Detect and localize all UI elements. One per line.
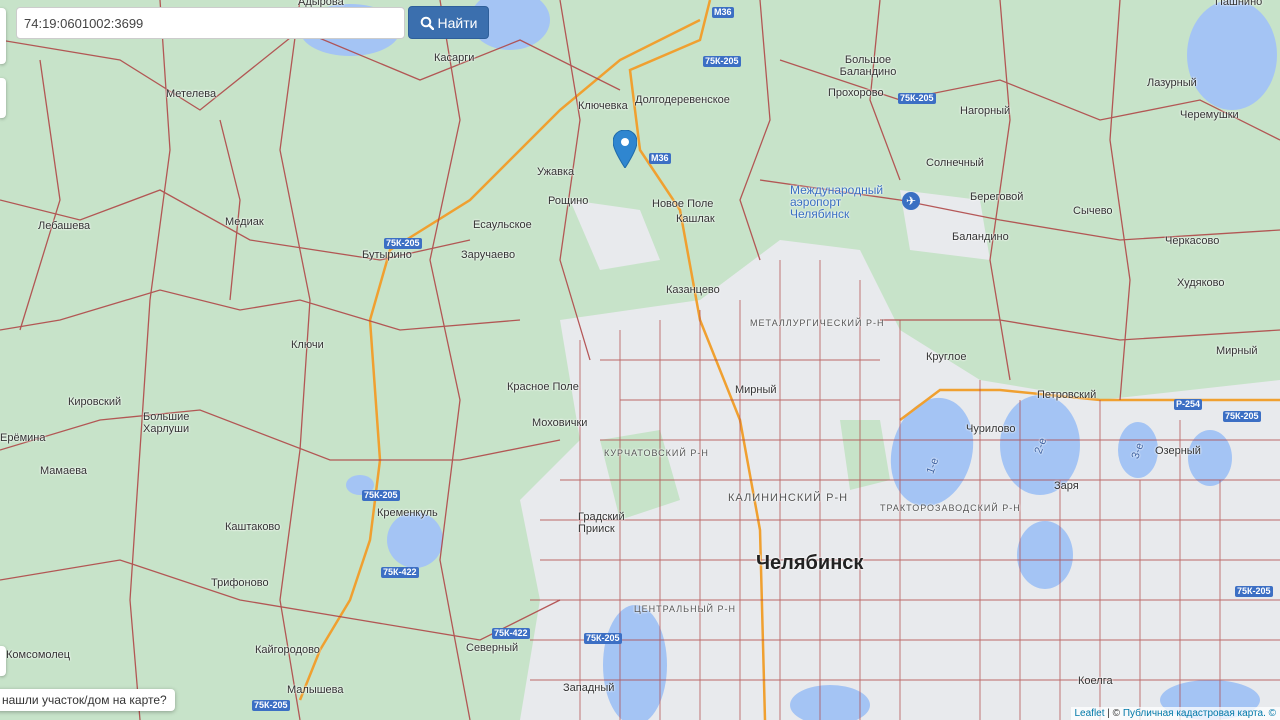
city-label: Челябинск (756, 552, 864, 574)
place-label: Сычево (1073, 205, 1113, 217)
place-label: Большие Харлуши (143, 411, 190, 435)
place-label: Малышева (287, 684, 344, 696)
place-label: Лебашева (38, 220, 91, 232)
place-label: Медиак (225, 216, 264, 228)
road-shield: 75К-205 (898, 93, 936, 104)
road-shield: 75К-205 (703, 56, 741, 67)
place-label: Западный (563, 682, 615, 694)
search-button[interactable]: Найти (408, 6, 489, 39)
road-shield: 75К-205 (384, 238, 422, 249)
place-label: Ерёмина (0, 432, 46, 444)
place-label: Есаульское (473, 219, 532, 231)
place-label: Кайгородово (255, 644, 320, 656)
attribution-separator: | © (1104, 708, 1123, 719)
place-label: Кашлак (676, 213, 715, 225)
airport-icon: ✈ (902, 192, 920, 210)
place-label: Большое Баландино (839, 54, 897, 78)
place-label: Каштаково (225, 521, 281, 533)
place-label: Лазурный (1147, 77, 1197, 89)
place-label: Баландино (952, 231, 1009, 243)
road-shield: 75К-205 (252, 700, 290, 711)
district-label: Металлургический р-н (750, 318, 885, 328)
place-label: Мирный (1216, 345, 1258, 357)
cadastre-link[interactable]: Публичная кадастровая карта. © (1123, 708, 1276, 719)
place-label: Ключевка (578, 100, 628, 112)
place-label: Градский Прииск (578, 511, 625, 535)
place-label: Рощино (548, 195, 589, 207)
found-plot-hint[interactable]: нашли участок/дом на карте? (0, 689, 175, 711)
district-label: Калининский р-н (728, 492, 849, 504)
map-side-control[interactable] (0, 646, 6, 676)
place-label: Черемушки (1180, 109, 1239, 121)
place-label: Заручаево (461, 249, 516, 261)
place-label: Касарги (434, 52, 475, 64)
place-label: Красное Поле (507, 381, 579, 393)
place-label: Озерный (1155, 445, 1201, 457)
place-label: Пашнино (1215, 0, 1263, 8)
map-canvas[interactable]: Адырова Касарги Метелева Ключевка Долгод… (0, 0, 1280, 720)
road-shield: Р-254 (1174, 399, 1203, 410)
place-label: Прохорово (828, 87, 884, 99)
place-label: Северный (466, 642, 519, 654)
road-shield: 75К-205 (1235, 586, 1273, 597)
place-label: Мирный (735, 384, 777, 396)
attribution: Leaflet | © Публичная кадастровая карта.… (1070, 707, 1280, 720)
place-label: Моховички (532, 417, 588, 429)
place-label: Комсомолец (6, 649, 71, 661)
place-label: Солнечный (926, 157, 984, 169)
road-shield: 75К-205 (1223, 411, 1261, 422)
place-label: Черкасово (1165, 235, 1220, 247)
road-shield: М36 (712, 7, 734, 18)
place-label: Заря (1054, 480, 1079, 492)
zoom-control[interactable] (0, 78, 6, 118)
place-label: Метелева (166, 88, 217, 100)
search-icon (420, 16, 434, 30)
place-label: Ужавка (537, 166, 575, 178)
place-label: Мамаева (40, 465, 88, 477)
place-label: Кировский (68, 396, 122, 408)
road-shield: 75К-422 (381, 567, 419, 578)
place-label: Долгодеревенское (635, 94, 730, 106)
road-shield: М36 (649, 153, 671, 164)
district-label: Центральный р-н (634, 604, 737, 614)
place-label: Казанцево (666, 284, 720, 296)
district-label: Курчатовский р-н (604, 448, 709, 458)
road-shield: 75К-205 (362, 490, 400, 501)
place-label: Ключи (291, 339, 324, 351)
road-shield: 75К-205 (584, 633, 622, 644)
place-label: Береговой (970, 191, 1024, 203)
place-label: Петровский (1037, 389, 1097, 401)
place-label: Трифоново (211, 577, 269, 589)
place-label: Новое Поле (652, 198, 714, 210)
road-shield: 75К-422 (492, 628, 530, 639)
airport-label: Международный аэропорт Челябинск (790, 183, 884, 221)
place-label: Бутырино (362, 249, 412, 261)
cadastral-search-input[interactable] (16, 7, 405, 39)
place-label: Коелга (1078, 675, 1113, 687)
place-label: Нагорный (960, 105, 1011, 117)
place-label: Кременкуль (377, 507, 438, 519)
district-label: Тракторозаводский р-н (880, 503, 1021, 513)
search-button-label: Найти (437, 14, 478, 31)
place-label: Худяково (1177, 277, 1225, 289)
place-label: Круглое (926, 351, 967, 363)
place-label: Чурилово (966, 423, 1016, 435)
layer-control[interactable] (0, 8, 6, 64)
leaflet-link[interactable]: Leaflet (1075, 708, 1105, 719)
